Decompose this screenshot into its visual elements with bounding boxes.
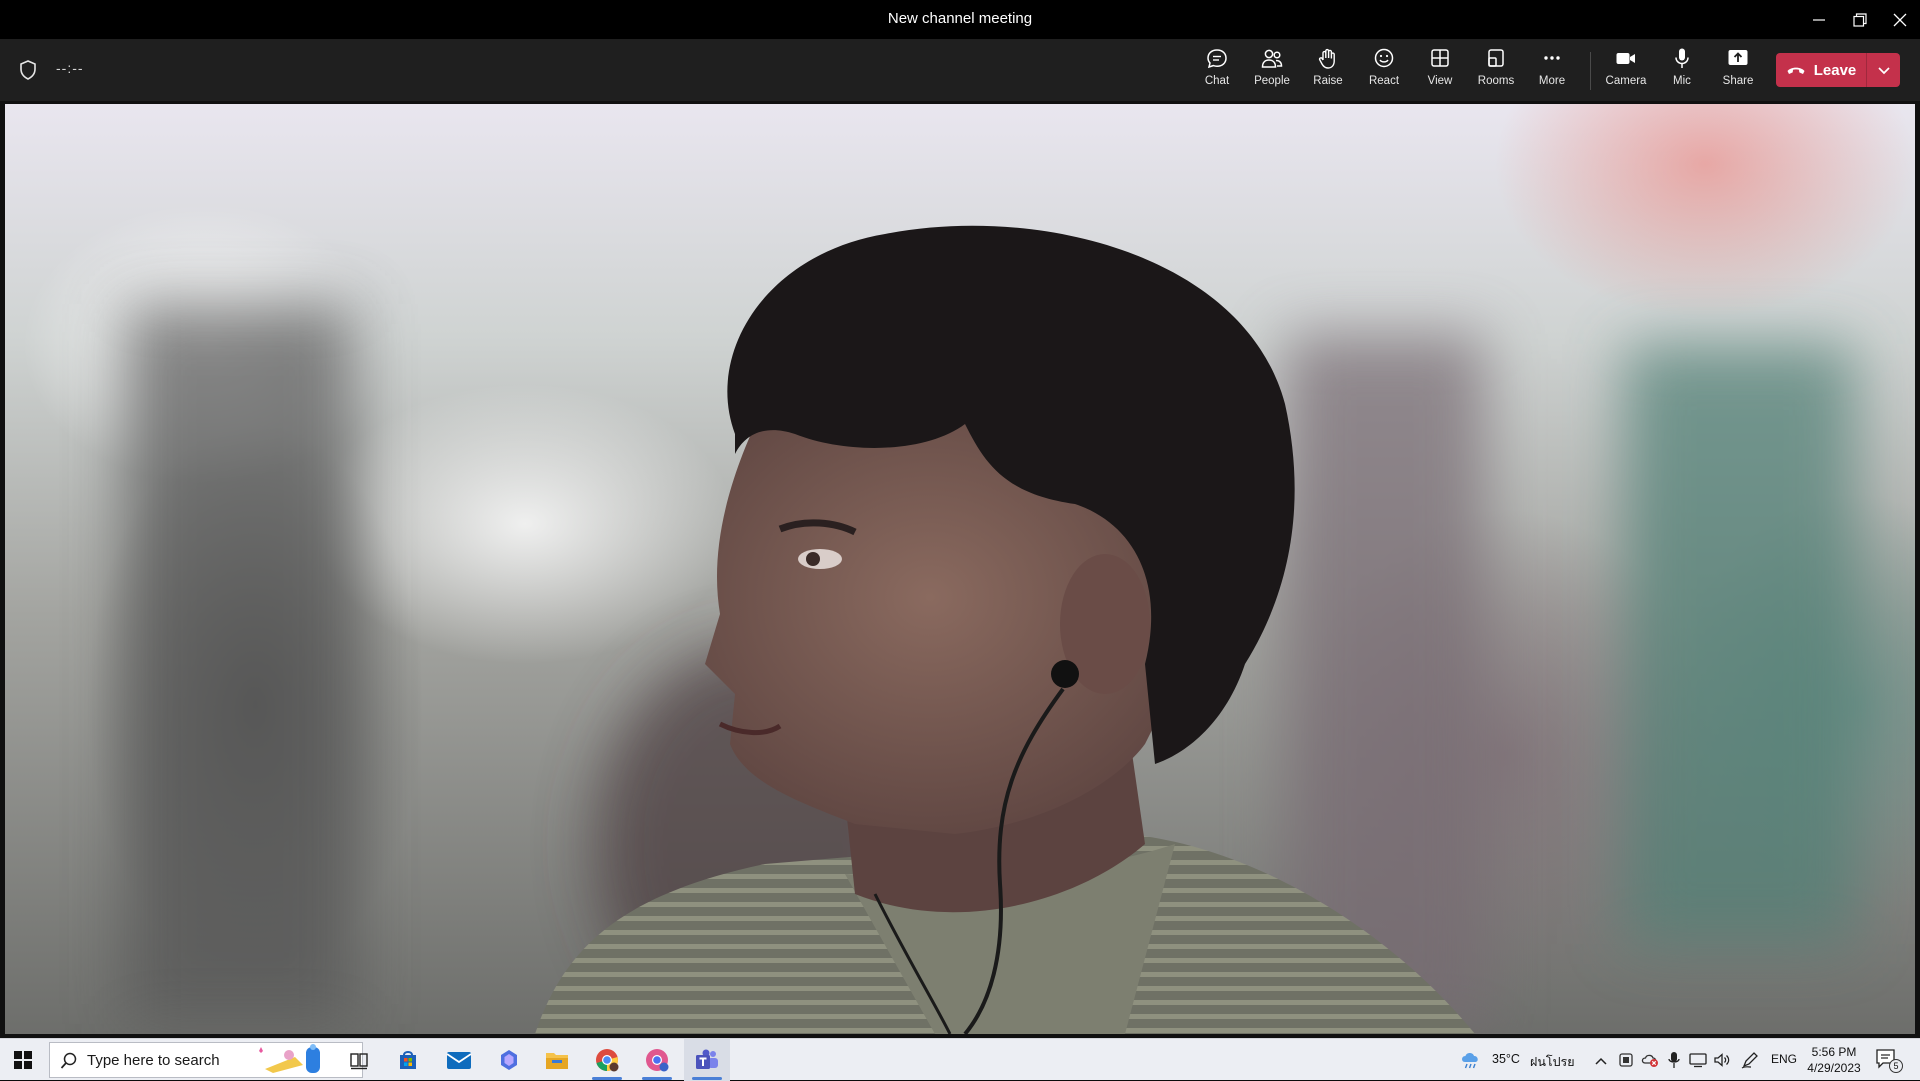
title-bar: New channel meeting xyxy=(0,0,1920,39)
folder-icon xyxy=(546,1053,568,1069)
view-label: View xyxy=(1427,75,1453,87)
share-screen-icon xyxy=(1728,50,1748,65)
meeting-indicator-icon[interactable] xyxy=(1618,1052,1634,1068)
meeting-stage xyxy=(0,101,1920,1038)
weather-rain-icon[interactable] xyxy=(1459,1049,1485,1071)
taskbar-mail[interactable] xyxy=(436,1039,482,1081)
more-options-icon xyxy=(1544,56,1560,60)
leave-options-button[interactable] xyxy=(1867,53,1900,87)
microphone-icon xyxy=(1675,48,1689,68)
raise-hand-icon xyxy=(1318,48,1335,69)
people-icon xyxy=(1261,49,1283,68)
hang-up-icon xyxy=(1787,67,1805,74)
search-placeholder: Type here to search xyxy=(87,1051,220,1069)
close-icon xyxy=(1893,13,1907,26)
clock-time: 5:56 PM xyxy=(1811,1045,1857,1059)
task-view-icon xyxy=(350,1053,368,1070)
share-label: Share xyxy=(1722,75,1754,87)
taskbar: Type here to search 35°C ฝนโปรย ENG 5:56… xyxy=(0,1038,1920,1081)
task-view-button[interactable] xyxy=(336,1039,382,1081)
windows-logo-icon xyxy=(14,1051,32,1069)
chevron-up-icon[interactable] xyxy=(1594,1056,1608,1066)
search-icon xyxy=(60,1052,77,1069)
view-button[interactable]: View xyxy=(1413,46,1467,96)
copilot-icon xyxy=(501,1050,517,1070)
chrome-profile-icon xyxy=(646,1049,669,1072)
participant-video[interactable] xyxy=(5,104,1915,1034)
minimize-icon xyxy=(1813,18,1825,21)
window-title: New channel meeting xyxy=(887,10,1033,27)
raise-hand-button[interactable]: Raise xyxy=(1301,46,1355,96)
taskbar-chrome-profile[interactable] xyxy=(634,1039,680,1081)
react-button[interactable]: React xyxy=(1357,46,1411,96)
restore-icon xyxy=(1853,12,1867,27)
smiley-icon xyxy=(1374,48,1394,68)
more-label: More xyxy=(1538,75,1566,87)
taskbar-teams[interactable] xyxy=(684,1039,730,1081)
toolbar-divider xyxy=(1590,52,1591,90)
minimize-button[interactable] xyxy=(1799,0,1839,39)
clock-date: 4/29/2023 xyxy=(1807,1061,1861,1075)
react-label: React xyxy=(1368,75,1400,87)
leave-button-group: Leave xyxy=(1776,53,1900,87)
camera-button[interactable]: Camera xyxy=(1599,46,1653,96)
network-icon[interactable] xyxy=(1689,1052,1707,1068)
participant-video-feed xyxy=(125,225,1855,1034)
notifications-button[interactable]: 5 xyxy=(1874,1047,1904,1073)
pen-ink-icon[interactable] xyxy=(1741,1051,1759,1069)
people-button[interactable]: People xyxy=(1245,46,1299,96)
chat-label: Chat xyxy=(1204,75,1230,87)
meeting-timer: --:-- xyxy=(56,60,84,76)
raise-label: Raise xyxy=(1313,75,1343,87)
shield-icon[interactable] xyxy=(17,59,39,81)
taskbar-chrome[interactable] xyxy=(584,1039,630,1081)
chat-icon xyxy=(1207,49,1227,69)
weather-temperature[interactable]: 35°C xyxy=(1492,1052,1520,1066)
taskbar-microsoft-store[interactable] xyxy=(385,1039,431,1081)
microphone-in-use-icon[interactable] xyxy=(1668,1051,1680,1069)
close-button[interactable] xyxy=(1880,0,1920,39)
chat-button[interactable]: Chat xyxy=(1190,46,1244,96)
rooms-label: Rooms xyxy=(1477,75,1515,87)
rooms-button[interactable]: Rooms xyxy=(1469,46,1523,96)
taskbar-search-box[interactable]: Type here to search xyxy=(49,1042,363,1078)
camera-label: Camera xyxy=(1605,75,1647,87)
start-button[interactable] xyxy=(0,1039,46,1081)
chevron-down-icon xyxy=(1877,67,1890,75)
more-button[interactable]: More xyxy=(1525,46,1579,96)
share-button[interactable]: Share xyxy=(1711,46,1765,96)
leave-label: Leave xyxy=(1813,61,1857,79)
mail-icon xyxy=(446,1052,472,1069)
taskbar-clock[interactable]: 5:56 PM 4/29/2023 xyxy=(1790,1044,1878,1076)
taskbar-file-explorer[interactable] xyxy=(534,1039,580,1081)
camera-icon xyxy=(1616,53,1635,64)
weather-description[interactable]: ฝนโปรย xyxy=(1530,1052,1575,1072)
notification-count-badge: 5 xyxy=(1889,1059,1903,1073)
volume-icon[interactable] xyxy=(1713,1052,1731,1068)
meeting-toolbar: --:-- Chat People Raise React View Rooms… xyxy=(0,39,1920,101)
teams-icon xyxy=(696,1049,718,1069)
taskbar-copilot[interactable] xyxy=(486,1039,532,1081)
people-label: People xyxy=(1254,75,1290,87)
onedrive-error-icon[interactable] xyxy=(1641,1052,1659,1068)
restore-button[interactable] xyxy=(1840,0,1880,39)
leave-button[interactable]: Leave xyxy=(1776,53,1866,87)
breakout-rooms-icon xyxy=(1488,49,1504,67)
chrome-icon xyxy=(596,1049,619,1072)
store-icon xyxy=(400,1051,416,1069)
mic-label: Mic xyxy=(1673,75,1691,87)
grid-view-icon xyxy=(1431,49,1449,67)
search-highlight-illustration-icon xyxy=(259,1044,320,1073)
mic-button[interactable]: Mic xyxy=(1655,46,1709,96)
